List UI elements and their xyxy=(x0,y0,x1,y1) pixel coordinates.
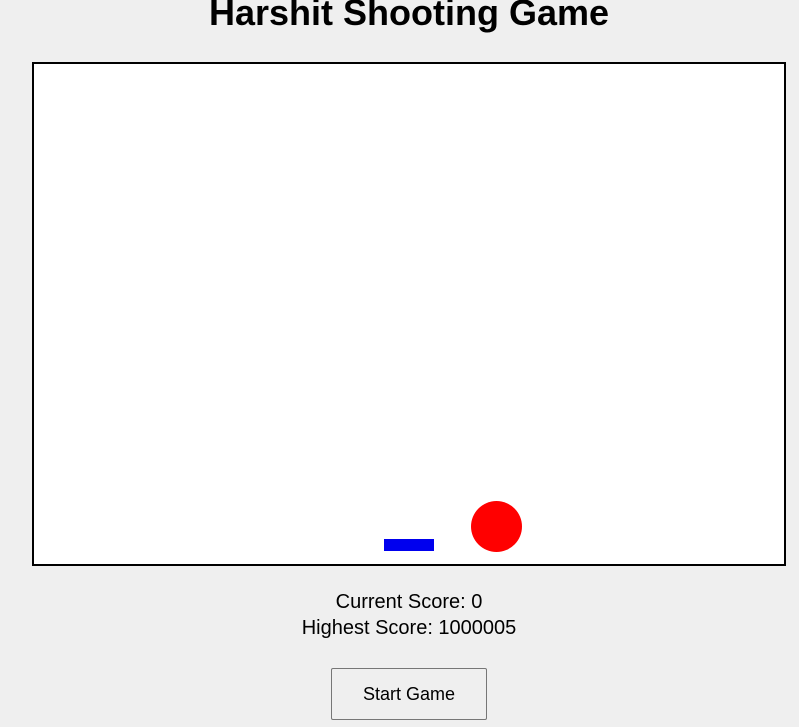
game-page: Harshit Shooting Game Current Score: 0 H… xyxy=(0,0,799,727)
player-shooter xyxy=(384,539,434,551)
highest-score: Highest Score: 1000005 xyxy=(301,617,517,639)
page-title: Harshit Shooting Game xyxy=(208,0,610,33)
score-panel: Current Score: 0 Highest Score: 1000005 xyxy=(0,589,799,641)
start-game-button[interactable]: Start Game xyxy=(331,668,487,720)
target-ball xyxy=(471,501,522,552)
game-canvas[interactable] xyxy=(32,62,786,566)
current-score: Current Score: 0 xyxy=(335,591,483,613)
